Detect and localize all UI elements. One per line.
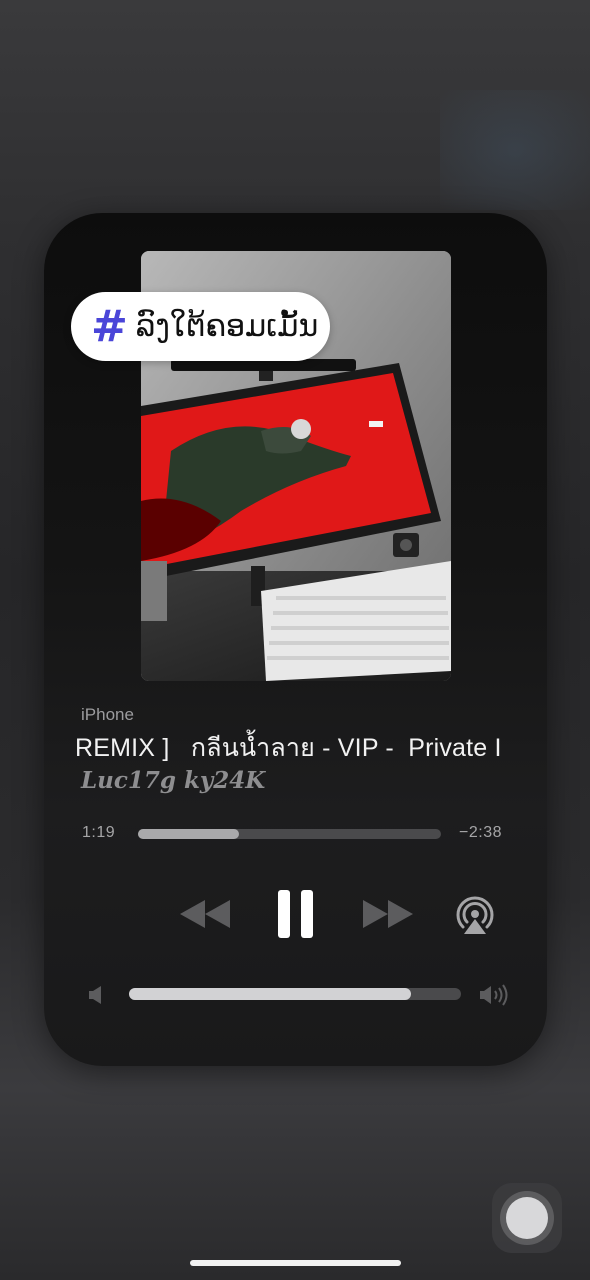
airplay-button[interactable] [453, 893, 497, 937]
volume-slider[interactable] [129, 988, 461, 1000]
pause-button[interactable] [277, 889, 315, 939]
elapsed-time: 1:19 [82, 824, 116, 841]
home-indicator[interactable] [190, 1260, 401, 1266]
pause-icon [278, 890, 313, 938]
rewind-icon [180, 900, 230, 928]
artist-name[interactable]: Luc17g ky24K [81, 767, 265, 794]
hashtag-icon: # [91, 300, 128, 352]
volume-high-indicator [479, 983, 511, 1007]
progress-scrubber[interactable] [138, 829, 441, 839]
volume-high-icon [480, 984, 508, 1006]
volume-low-indicator [88, 985, 104, 1005]
assistive-touch-button[interactable] [492, 1183, 562, 1253]
assistive-touch-ring [500, 1191, 554, 1245]
airplay-icon [456, 896, 494, 934]
background-glow [440, 90, 590, 210]
volume-low-icon [89, 986, 101, 1004]
progress-fill [138, 829, 239, 839]
hashtag-text: ລົງໃຕ້ຄອມເມັ້ນ [135, 309, 319, 344]
assistive-touch-icon [506, 1197, 548, 1239]
remaining-time: −2:38 [459, 824, 502, 841]
fast-forward-icon [363, 900, 413, 928]
track-title-container: REMIX ] กลีนน้ำลาย - VIP - Private I [75, 728, 515, 764]
fast-forward-button[interactable] [361, 897, 415, 931]
output-device-label: iPhone [81, 705, 134, 724]
volume-fill [129, 988, 412, 1000]
track-title: REMIX ] กลีนน้ำลาย - VIP - Private I [75, 734, 502, 762]
hashtag-overlay: # ລົງໃຕ້ຄອມເມັ້ນ [71, 292, 330, 361]
rewind-button[interactable] [178, 897, 232, 931]
